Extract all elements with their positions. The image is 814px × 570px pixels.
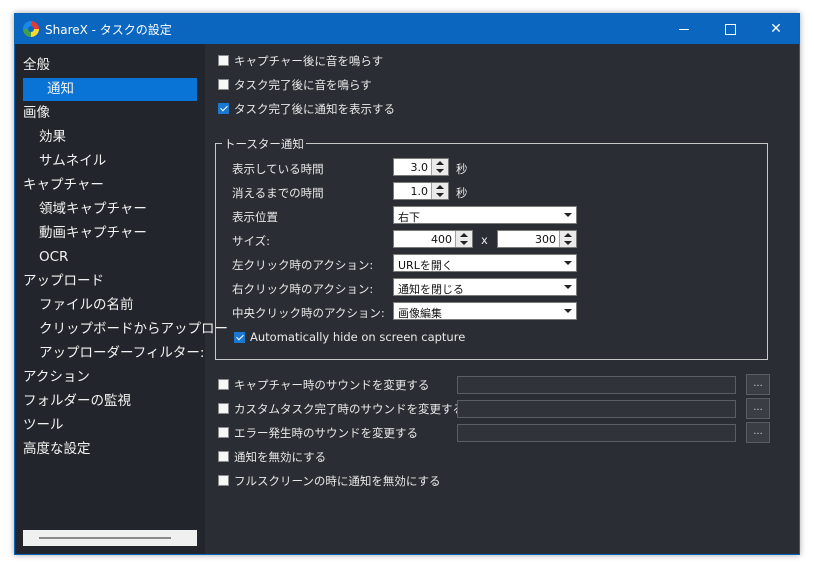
task-sound-browse-button[interactable]: ... <box>746 398 770 419</box>
capture-sound-checkbox[interactable] <box>218 379 229 390</box>
task-sound-label: カスタムタスク完了時のサウンドを変更する <box>234 402 464 416</box>
arrow-down-icon <box>564 241 572 245</box>
capture-sound-label: キャプチャー時のサウンドを変更する <box>234 378 430 392</box>
placement-label: 表示位置 <box>232 210 278 224</box>
arrow-up-icon <box>460 233 468 237</box>
chevron-down-icon <box>564 261 572 265</box>
nav-notifications[interactable]: 通知 <box>23 78 197 101</box>
show-notification-after-task-checkbox[interactable] <box>218 103 229 114</box>
disable-fullscreen-notifications-checkbox[interactable] <box>218 475 229 486</box>
scrollbar-thumb[interactable] <box>39 537 171 539</box>
dropdown-button[interactable] <box>560 303 576 319</box>
error-sound-checkbox[interactable] <box>218 427 229 438</box>
spinner-buttons[interactable] <box>455 231 472 247</box>
nav-file-naming[interactable]: ファイルの名前 <box>39 294 134 317</box>
error-sound-browse-button[interactable]: ... <box>746 422 770 443</box>
nav-advanced[interactable]: 高度な設定 <box>23 438 91 461</box>
left-click-action-label: 左クリック時のアクション: <box>232 258 374 272</box>
task-settings-window: ShareX - タスクの設定 ✕ 全般 通知 画像 効果 サムネイル キャプチ… <box>14 13 800 555</box>
nav-thumbnail[interactable]: サムネイル <box>39 150 106 173</box>
nav-uploader-filters[interactable]: アップローダーフィルター: <box>39 342 204 365</box>
play-sound-after-task-label: タスク完了後に音を鳴らす <box>234 78 372 92</box>
close-button[interactable]: ✕ <box>753 14 799 44</box>
play-sound-after-task-checkbox[interactable] <box>218 79 229 90</box>
size-label: サイズ: <box>232 234 271 248</box>
nav-general[interactable]: 全般 <box>23 54 50 77</box>
disable-notifications-label: 通知を無効にする <box>234 450 327 464</box>
arrow-down-icon <box>436 193 444 197</box>
chevron-down-icon <box>564 309 572 313</box>
left-click-action-select[interactable]: URLを開く <box>393 254 577 272</box>
nav-effects[interactable]: 効果 <box>39 126 66 149</box>
nav-actions[interactable]: アクション <box>23 366 90 389</box>
close-icon: ✕ <box>770 21 782 37</box>
spinner-buttons[interactable] <box>431 183 448 199</box>
nav-watch-folders[interactable]: フォルダーの監視 <box>23 390 131 413</box>
minimize-icon <box>679 28 689 30</box>
seconds-unit-label: 秒 <box>456 162 468 176</box>
display-duration-spinner[interactable]: 3.0 <box>393 158 449 176</box>
nav-clipboard-upload[interactable]: クリップボードからアップロー <box>39 318 228 341</box>
size-height-spinner[interactable]: 300 <box>497 230 577 248</box>
size-separator: x <box>481 233 488 247</box>
auto-hide-label: Automatically hide on screen capture <box>250 330 466 344</box>
error-sound-path-input[interactable] <box>457 424 736 442</box>
nav-upload[interactable]: アップロード <box>23 270 104 293</box>
play-sound-after-capture-label: キャプチャー後に音を鳴らす <box>234 54 384 68</box>
nav-tools[interactable]: ツール <box>23 414 64 437</box>
toast-group-title: トースター通知 <box>222 136 306 152</box>
chevron-down-icon <box>564 213 572 217</box>
dropdown-button[interactable] <box>560 255 576 271</box>
error-sound-label: エラー発生時のサウンドを変更する <box>234 426 418 440</box>
disable-notifications-checkbox[interactable] <box>218 451 229 462</box>
arrow-up-icon <box>436 161 444 165</box>
middle-click-action-select[interactable]: 画像編集 <box>393 302 577 320</box>
arrow-down-icon <box>460 241 468 245</box>
seconds-unit-label: 秒 <box>456 186 468 200</box>
title-bar: ShareX - タスクの設定 ✕ <box>15 14 799 44</box>
window-title: ShareX - タスクの設定 <box>45 23 172 37</box>
notification-settings-panel: キャプチャー後に音を鳴らす タスク完了後に音を鳴らす タスク完了後に通知を表示す… <box>205 44 799 554</box>
nav-image[interactable]: 画像 <box>23 102 50 125</box>
toast-notification-group: トースター通知 表示している時間 3.0 秒 消えるまでの時間 1.0 秒 表示… <box>215 136 768 360</box>
dropdown-button[interactable] <box>560 207 576 223</box>
right-click-action-label: 右クリック時のアクション: <box>232 282 374 296</box>
nav-region-capture[interactable]: 領域キャプチャー <box>39 198 147 221</box>
settings-nav-tree: 全般 通知 画像 効果 サムネイル キャプチャー 領域キャプチャー 動画キャプチ… <box>15 44 228 554</box>
nav-capture[interactable]: キャプチャー <box>23 174 104 197</box>
fade-duration-label: 消えるまでの時間 <box>232 186 324 200</box>
arrow-up-icon <box>436 185 444 189</box>
maximize-icon <box>724 23 736 35</box>
placement-select[interactable]: 右下 <box>393 206 577 224</box>
sharex-logo-icon <box>23 21 39 37</box>
disable-fullscreen-notifications-label: フルスクリーンの時に通知を無効にする <box>234 474 441 488</box>
play-sound-after-capture-checkbox[interactable] <box>218 55 229 66</box>
maximize-button[interactable] <box>707 14 753 44</box>
show-notification-after-task-label: タスク完了後に通知を表示する <box>234 102 395 116</box>
middle-click-action-label: 中央クリック時のアクション: <box>232 306 385 320</box>
fade-duration-spinner[interactable]: 1.0 <box>393 182 449 200</box>
task-sound-path-input[interactable] <box>457 400 736 418</box>
arrow-down-icon <box>436 169 444 173</box>
dropdown-button[interactable] <box>560 279 576 295</box>
auto-hide-checkbox[interactable] <box>234 332 245 343</box>
nav-video-capture[interactable]: 動画キャプチャー <box>39 222 147 245</box>
right-click-action-select[interactable]: 通知を閉じる <box>393 278 577 296</box>
capture-sound-browse-button[interactable]: ... <box>746 374 770 395</box>
display-duration-label: 表示している時間 <box>232 162 324 176</box>
task-sound-checkbox[interactable] <box>218 403 229 414</box>
arrow-up-icon <box>564 233 572 237</box>
chevron-down-icon <box>564 285 572 289</box>
nav-ocr[interactable]: OCR <box>39 246 68 269</box>
spinner-buttons[interactable] <box>559 231 576 247</box>
size-width-spinner[interactable]: 400 <box>393 230 473 248</box>
capture-sound-path-input[interactable] <box>457 376 736 394</box>
spinner-buttons[interactable] <box>431 159 448 175</box>
minimize-button[interactable] <box>661 14 707 44</box>
sidebar-horizontal-scrollbar[interactable] <box>23 530 197 546</box>
